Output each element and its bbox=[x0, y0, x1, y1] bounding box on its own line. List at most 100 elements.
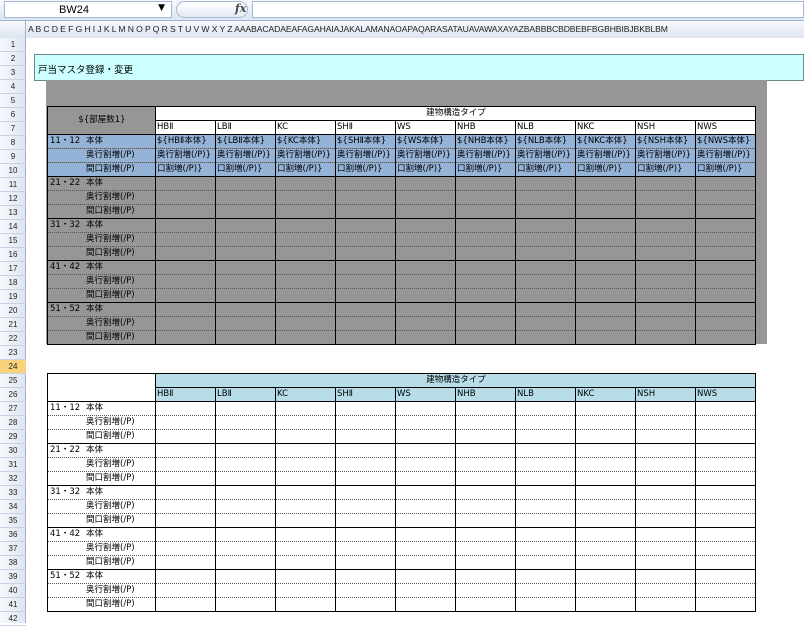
value-cell[interactable] bbox=[275, 330, 336, 345]
row-label-cell[interactable]: 間口割増(/P) bbox=[47, 429, 156, 444]
value-cell[interactable] bbox=[635, 555, 696, 570]
value-cell[interactable] bbox=[695, 485, 756, 500]
value-cell[interactable] bbox=[215, 232, 276, 247]
row-label-cell[interactable]: 奥行割増(/P) bbox=[47, 274, 156, 289]
value-cell[interactable] bbox=[335, 316, 396, 331]
type-header-cell[interactable]: HBⅡ bbox=[155, 120, 216, 135]
value-cell[interactable] bbox=[515, 218, 576, 233]
value-cell[interactable]: ${NHB本体} bbox=[455, 134, 516, 149]
value-cell[interactable] bbox=[155, 415, 216, 430]
row-number[interactable]: 12 bbox=[0, 192, 26, 206]
row-number[interactable]: 9 bbox=[0, 150, 26, 164]
value-cell[interactable] bbox=[155, 288, 216, 303]
value-cell[interactable] bbox=[155, 541, 216, 556]
value-cell[interactable] bbox=[635, 401, 696, 416]
type-header-cell[interactable]: NSH bbox=[635, 387, 696, 402]
type-header-cell[interactable]: NHB bbox=[455, 120, 516, 135]
value-cell[interactable] bbox=[395, 330, 456, 345]
value-cell[interactable] bbox=[695, 527, 756, 542]
value-cell[interactable] bbox=[155, 457, 216, 472]
value-cell[interactable] bbox=[695, 429, 756, 444]
chevron-down-icon[interactable]: ▼ bbox=[158, 3, 165, 13]
value-cell[interactable] bbox=[155, 499, 216, 514]
row-number[interactable]: 11 bbox=[0, 178, 26, 192]
value-cell[interactable] bbox=[275, 302, 336, 317]
value-cell[interactable] bbox=[575, 274, 636, 289]
value-cell[interactable] bbox=[155, 401, 216, 416]
value-cell[interactable] bbox=[275, 471, 336, 486]
value-cell[interactable] bbox=[395, 555, 456, 570]
row-label-cell[interactable]: 間口割増(/P) bbox=[47, 597, 156, 612]
value-cell[interactable] bbox=[395, 260, 456, 275]
value-cell[interactable] bbox=[275, 401, 336, 416]
value-cell[interactable] bbox=[515, 204, 576, 219]
group-header-cell[interactable]: 建物構造タイプ bbox=[155, 373, 756, 388]
value-cell[interactable] bbox=[335, 583, 396, 598]
value-cell[interactable] bbox=[275, 204, 336, 219]
value-cell[interactable] bbox=[455, 485, 516, 500]
value-cell[interactable] bbox=[335, 204, 396, 219]
value-cell[interactable]: 口割増(/P)} bbox=[395, 162, 456, 177]
value-cell[interactable] bbox=[455, 415, 516, 430]
value-cell[interactable] bbox=[515, 176, 576, 191]
value-cell[interactable] bbox=[155, 429, 216, 444]
worksheet-grid[interactable]: 戸当マスタ登録・変更 ${部屋数1} 建物構造タイプ HBⅡ LBⅡ KC SHⅡ WS NH… bbox=[26, 38, 804, 623]
value-cell[interactable] bbox=[395, 485, 456, 500]
value-cell[interactable] bbox=[515, 260, 576, 275]
value-cell[interactable] bbox=[515, 541, 576, 556]
value-cell[interactable]: 奥行割増(/P)} bbox=[215, 148, 276, 163]
value-cell[interactable] bbox=[335, 597, 396, 612]
value-cell[interactable] bbox=[515, 569, 576, 584]
row-label-cell[interactable]: 奥行割増(/P) bbox=[47, 457, 156, 472]
row-label-cell[interactable]: 31・32 本体 bbox=[47, 218, 156, 233]
value-cell[interactable] bbox=[395, 499, 456, 514]
value-cell[interactable] bbox=[335, 401, 396, 416]
row-label-cell[interactable]: 間口割増(/P) bbox=[47, 555, 156, 570]
value-cell[interactable] bbox=[575, 246, 636, 261]
value-cell[interactable] bbox=[575, 288, 636, 303]
value-cell[interactable] bbox=[575, 204, 636, 219]
value-cell[interactable] bbox=[215, 330, 276, 345]
value-cell[interactable] bbox=[515, 190, 576, 205]
value-cell[interactable] bbox=[395, 527, 456, 542]
row-number[interactable]: 30 bbox=[0, 444, 26, 458]
corner-label-cell[interactable]: ${部屋数1} bbox=[47, 106, 156, 135]
row-label-cell[interactable]: 41・42 本体 bbox=[47, 260, 156, 275]
value-cell[interactable] bbox=[515, 443, 576, 458]
value-cell[interactable] bbox=[575, 232, 636, 247]
value-cell[interactable] bbox=[575, 302, 636, 317]
row-number[interactable]: 13 bbox=[0, 206, 26, 220]
type-header-cell[interactable]: NWS bbox=[695, 387, 756, 402]
row-label-cell[interactable]: 間口割増(/P) bbox=[47, 162, 156, 177]
value-cell[interactable]: 奥行割増(/P)} bbox=[575, 148, 636, 163]
column-letters[interactable]: A B C D E F G H I J K L M N O P Q R S T … bbox=[28, 24, 668, 34]
value-cell[interactable] bbox=[455, 555, 516, 570]
value-cell[interactable] bbox=[215, 302, 276, 317]
row-label-cell[interactable]: 間口割増(/P) bbox=[47, 513, 156, 528]
value-cell[interactable] bbox=[395, 443, 456, 458]
row-label-cell[interactable]: 11・12 本体 bbox=[47, 401, 156, 416]
row-label-cell[interactable]: 奥行割増(/P) bbox=[47, 148, 156, 163]
value-cell[interactable] bbox=[575, 176, 636, 191]
value-cell[interactable] bbox=[695, 260, 756, 275]
value-cell[interactable] bbox=[155, 513, 216, 528]
value-cell[interactable] bbox=[455, 176, 516, 191]
name-box[interactable]: BW24 ▼ bbox=[4, 1, 172, 18]
value-cell[interactable] bbox=[155, 176, 216, 191]
value-cell[interactable] bbox=[215, 415, 276, 430]
value-cell[interactable] bbox=[575, 316, 636, 331]
value-cell[interactable]: ${NWS本体} bbox=[695, 134, 756, 149]
value-cell[interactable]: ${NLB本体} bbox=[515, 134, 576, 149]
value-cell[interactable] bbox=[635, 485, 696, 500]
value-cell[interactable]: ${LBⅡ本体} bbox=[215, 134, 276, 149]
value-cell[interactable] bbox=[635, 499, 696, 514]
row-label-cell[interactable]: 間口割増(/P) bbox=[47, 204, 156, 219]
value-cell[interactable] bbox=[515, 429, 576, 444]
value-cell[interactable] bbox=[335, 176, 396, 191]
row-number[interactable]: 32 bbox=[0, 472, 26, 486]
value-cell[interactable] bbox=[515, 457, 576, 472]
row-number[interactable]: 34 bbox=[0, 500, 26, 514]
type-header-cell[interactable]: LBⅡ bbox=[215, 120, 276, 135]
value-cell[interactable] bbox=[395, 246, 456, 261]
row-number[interactable]: 8 bbox=[0, 136, 26, 150]
